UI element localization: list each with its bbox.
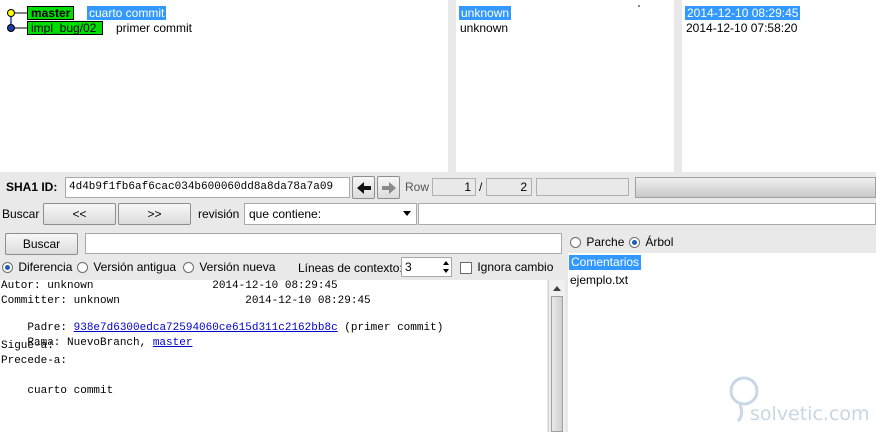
commit-message: primer commit [116, 21, 193, 35]
watermark-text: solvetic.com [750, 403, 870, 425]
radio-parche[interactable] [570, 237, 581, 249]
row-total-field: 2 [486, 178, 532, 196]
branch-link-master[interactable]: master [153, 337, 193, 349]
commit-row[interactable]: impl_bug/02 primer commit [27, 21, 192, 35]
date-pane[interactable]: 2014-12-10 08:29:45 2014-12-10 07:58:20 [682, 0, 876, 172]
forward-button[interactable] [377, 176, 400, 199]
diff-option-diferencia[interactable]: Diferencia [2, 260, 72, 274]
chevron-down-icon [403, 211, 411, 216]
ignore-space-option[interactable]: Ignora cambio [460, 260, 553, 274]
find-type-label: revisión [198, 207, 240, 221]
context-lines-label: Líneas de contexto: [298, 261, 403, 275]
context-lines-spinbox[interactable]: 3 [401, 257, 452, 277]
row-separator: / [479, 180, 483, 194]
find-mode-value: que contiene: [249, 207, 322, 221]
author-pane[interactable]: unknown unknown [456, 0, 674, 172]
scrollbar-thumb[interactable] [551, 296, 563, 432]
spin-up-icon[interactable] [443, 261, 449, 265]
file-item-ejemplo[interactable]: ejemplo.txt [570, 273, 628, 287]
ignore-space-checkbox[interactable] [460, 261, 472, 274]
diff-option-version-nueva[interactable]: Versión nueva [183, 260, 275, 274]
commit-graph-pane[interactable]: master cuarto commit impl_bug/02 primer co… [0, 0, 448, 172]
progress-bar [635, 177, 876, 198]
details-scrollbar[interactable] [548, 280, 565, 432]
diff-option-version-antigua[interactable]: Versión antigua [77, 260, 176, 274]
spin-down-icon[interactable] [443, 269, 449, 273]
radio-version-nueva[interactable] [183, 262, 194, 274]
find-prev-button[interactable]: << [43, 203, 116, 225]
author-cell: unknown [460, 21, 509, 35]
find-input[interactable] [418, 203, 876, 225]
find-next-button[interactable]: >> [118, 203, 191, 225]
follows-line: Sigue-a: [1, 340, 54, 352]
commit-graph [7, 9, 28, 32]
author-cell: unknown [459, 6, 512, 20]
file-item-comentarios[interactable]: Comentarios [569, 255, 642, 270]
find-mode-select[interactable]: que contiene: [244, 203, 417, 225]
sha1-label: SHA1 ID: [6, 180, 58, 194]
file-mode-arbol[interactable]: Árbol [629, 235, 673, 249]
sha1-input[interactable]: 4d4b9f1fb6af6cac034b600060dd8a8da78a7a09 [65, 177, 350, 198]
commit-message: cuarto commit [87, 6, 167, 20]
search-button[interactable]: Buscar [5, 233, 78, 255]
commit-message-body: cuarto commit [1, 385, 114, 397]
file-list-pane[interactable]: Comentarios ejemplo.txt solvetic.com [568, 253, 876, 432]
radio-arbol[interactable] [629, 237, 640, 249]
author-line: Autor: unknown 2014-12-10 08:29:45 [1, 280, 338, 292]
back-button[interactable] [352, 176, 375, 199]
radio-diferencia[interactable] [2, 262, 13, 274]
scroll-up-icon[interactable] [553, 286, 561, 291]
commit-details-pane[interactable]: Autor: unknown 2014-12-10 08:29:45 Commi… [0, 280, 547, 432]
row-label: Row [405, 180, 430, 194]
radio-version-antigua[interactable] [77, 262, 88, 274]
search-input[interactable] [85, 233, 562, 254]
branch-tag-master[interactable]: master [27, 6, 74, 20]
find-label: Buscar [2, 207, 40, 221]
arrow-left-icon [356, 181, 371, 194]
resize-dot [638, 5, 640, 7]
date-cell: 2014-12-10 07:58:20 [686, 21, 798, 35]
file-mode-parche[interactable]: Parche [570, 235, 624, 249]
branch-tag-impl-bug[interactable]: impl_bug/02 [27, 21, 103, 35]
arrow-right-icon [381, 181, 396, 194]
row-status-field [536, 178, 629, 196]
precedes-line: Precede-a: [1, 355, 68, 367]
commit-row[interactable]: master cuarto commit [27, 6, 167, 20]
context-lines-value: 3 [405, 260, 412, 274]
date-cell: 2014-12-10 08:29:45 [685, 6, 801, 20]
committer-line: Committer: unknown 2014-12-10 08:29:45 [1, 295, 371, 307]
row-current-field: 1 [432, 178, 476, 196]
